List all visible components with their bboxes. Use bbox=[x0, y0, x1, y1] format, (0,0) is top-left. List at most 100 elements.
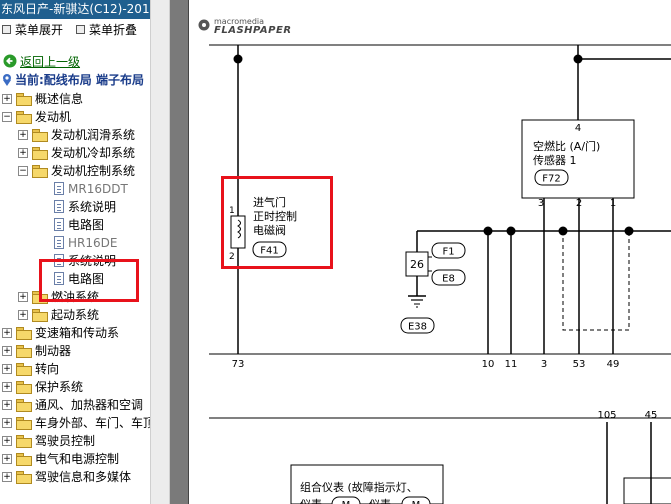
tree-item-label: 概述信息 bbox=[35, 92, 84, 106]
ground-icon bbox=[408, 295, 426, 308]
tree-folder[interactable]: + 发动机冷却系统 bbox=[0, 144, 150, 162]
tree-item-label: 变速箱和传动系 bbox=[35, 326, 120, 340]
expand-toggle-icon[interactable]: + bbox=[2, 94, 12, 104]
folder-icon bbox=[16, 111, 32, 124]
tree-item-label: 发动机 bbox=[35, 110, 72, 124]
valve-highlight-box bbox=[221, 176, 333, 269]
connector-e8: E8 bbox=[442, 274, 455, 285]
tree-folder[interactable]: + 通风、加热器和空调 bbox=[0, 396, 150, 414]
document-icon bbox=[54, 236, 64, 249]
ground-connector: E38 bbox=[408, 322, 427, 333]
tree-folder[interactable]: + 发动机润滑系统 bbox=[0, 126, 150, 144]
back-arrow-icon bbox=[3, 54, 17, 68]
tree-folder[interactable]: + 概述信息 bbox=[0, 90, 150, 108]
cluster-label-2d: M bbox=[412, 500, 421, 504]
document-viewer[interactable]: macromedia FLASHPAPER 1 2 进气门 正时控制 电磁阀 F… bbox=[188, 0, 671, 504]
tree-item[interactable]: MR16DDT bbox=[0, 180, 150, 198]
tree-item[interactable]: 系统说明 bbox=[0, 198, 150, 216]
toolbar: 菜单展开 菜单折叠 bbox=[0, 21, 150, 39]
tree-folder[interactable]: + 车身外部、车门、车顶 bbox=[0, 414, 150, 432]
junction-number: 26 bbox=[410, 258, 424, 271]
folder-icon bbox=[16, 399, 32, 412]
folder-icon bbox=[16, 381, 32, 394]
folder-icon bbox=[16, 327, 32, 340]
wire-number: 45 bbox=[645, 410, 658, 421]
expand-toggle-icon[interactable]: + bbox=[2, 454, 12, 464]
expand-toggle-icon[interactable]: + bbox=[2, 418, 12, 428]
tree-folder[interactable]: + 起动系统 bbox=[0, 306, 150, 324]
tree-item-label: 转向 bbox=[35, 362, 60, 376]
expand-toggle-icon[interactable]: + bbox=[18, 148, 28, 158]
collapse-toggle-icon[interactable]: − bbox=[18, 166, 28, 176]
document-icon bbox=[54, 182, 64, 195]
expand-toggle-icon[interactable]: + bbox=[18, 310, 28, 320]
folder-icon bbox=[32, 147, 48, 160]
current-location-label: 当前:配线布局 端子布局 bbox=[15, 73, 144, 87]
sensor-label-1: 空燃比 (A/门) bbox=[533, 139, 600, 153]
tree-folder[interactable]: + 转向 bbox=[0, 360, 150, 378]
wire-number: 73 bbox=[232, 359, 245, 370]
expand-menu-label: 菜单展开 bbox=[15, 23, 64, 37]
folder-icon bbox=[16, 453, 32, 466]
expand-toggle-icon[interactable]: + bbox=[18, 130, 28, 140]
tree-item-label: 电气和电源控制 bbox=[35, 452, 120, 466]
tree-folder[interactable]: − 发动机 bbox=[0, 108, 150, 126]
tree-item[interactable]: 电路图 bbox=[0, 216, 150, 234]
collapse-icon bbox=[76, 25, 85, 34]
tree-item-label: 车身外部、车门、车顶 bbox=[35, 416, 150, 430]
expand-toggle-icon[interactable]: + bbox=[18, 292, 28, 302]
document-icon bbox=[54, 200, 64, 213]
folder-icon bbox=[16, 417, 32, 430]
expand-toggle-icon[interactable]: + bbox=[2, 328, 12, 338]
panel-splitter[interactable] bbox=[150, 0, 170, 504]
folder-icon bbox=[16, 435, 32, 448]
expand-toggle-icon[interactable]: + bbox=[2, 400, 12, 410]
tree-item-label: MR16DDT bbox=[68, 182, 128, 196]
offpage-component bbox=[623, 477, 671, 504]
folder-icon bbox=[16, 363, 32, 376]
cluster-label-2c: 仪表 bbox=[369, 497, 391, 504]
wire-number: 53 bbox=[573, 359, 586, 370]
tree-folder[interactable]: + 驾驶信息和多媒体 bbox=[0, 468, 150, 486]
navigation-panel: 东风日产-新骐达(C12)-201 菜单展开 菜单折叠 返回上一级 当前:配线布… bbox=[0, 0, 150, 504]
tree-item-label: 起动系统 bbox=[51, 308, 100, 322]
back-link-label: 返回上一级 bbox=[20, 55, 81, 69]
tree-folder[interactable]: + 电气和电源控制 bbox=[0, 450, 150, 468]
document-icon bbox=[54, 218, 64, 231]
location-pin-icon bbox=[1, 73, 13, 87]
expand-toggle-icon[interactable]: + bbox=[2, 364, 12, 374]
tree-folder[interactable]: + 制动器 bbox=[0, 342, 150, 360]
tree-item-label: 电路图 bbox=[68, 218, 105, 232]
viewer-margin bbox=[170, 0, 188, 504]
sensor-pin-3: 3 bbox=[538, 198, 544, 209]
sensor-connector: F72 bbox=[542, 174, 560, 185]
brand-large-text: FLASHPAPER bbox=[214, 25, 292, 36]
folder-icon bbox=[16, 93, 32, 106]
wire-number: 11 bbox=[505, 359, 518, 370]
folder-icon bbox=[32, 309, 48, 322]
expand-toggle-icon[interactable]: + bbox=[2, 436, 12, 446]
folder-icon bbox=[32, 129, 48, 142]
tree-folder[interactable]: + 保护系统 bbox=[0, 378, 150, 396]
collapse-menu-label: 菜单折叠 bbox=[89, 23, 138, 37]
expand-menu-button[interactable]: 菜单展开 bbox=[2, 21, 63, 38]
tree-folder[interactable]: − 发动机控制系统 bbox=[0, 162, 150, 180]
tree-item-label: 保护系统 bbox=[35, 380, 84, 394]
cluster-label-2a: 仪表 bbox=[300, 497, 322, 504]
connector-f1: F1 bbox=[442, 247, 454, 258]
tree-item-label: 发动机润滑系统 bbox=[51, 128, 136, 142]
tree-item[interactable]: HR16DE bbox=[0, 234, 150, 252]
folder-icon bbox=[16, 345, 32, 358]
tree-folder[interactable]: + 驾驶员控制 bbox=[0, 432, 150, 450]
sensor-pin-top: 4 bbox=[575, 123, 581, 134]
expand-toggle-icon[interactable]: + bbox=[2, 472, 12, 482]
tree-item-label: 驾驶信息和多媒体 bbox=[35, 470, 132, 484]
flashpaper-logo-icon bbox=[198, 19, 210, 31]
collapse-menu-button[interactable]: 菜单折叠 bbox=[76, 21, 137, 38]
expand-toggle-icon[interactable]: + bbox=[2, 382, 12, 392]
folder-icon bbox=[16, 471, 32, 484]
expand-toggle-icon[interactable]: + bbox=[2, 346, 12, 356]
tree-folder[interactable]: + 变速箱和传动系 bbox=[0, 324, 150, 342]
collapse-toggle-icon[interactable]: − bbox=[2, 112, 12, 122]
tree-highlight-box bbox=[39, 259, 139, 302]
